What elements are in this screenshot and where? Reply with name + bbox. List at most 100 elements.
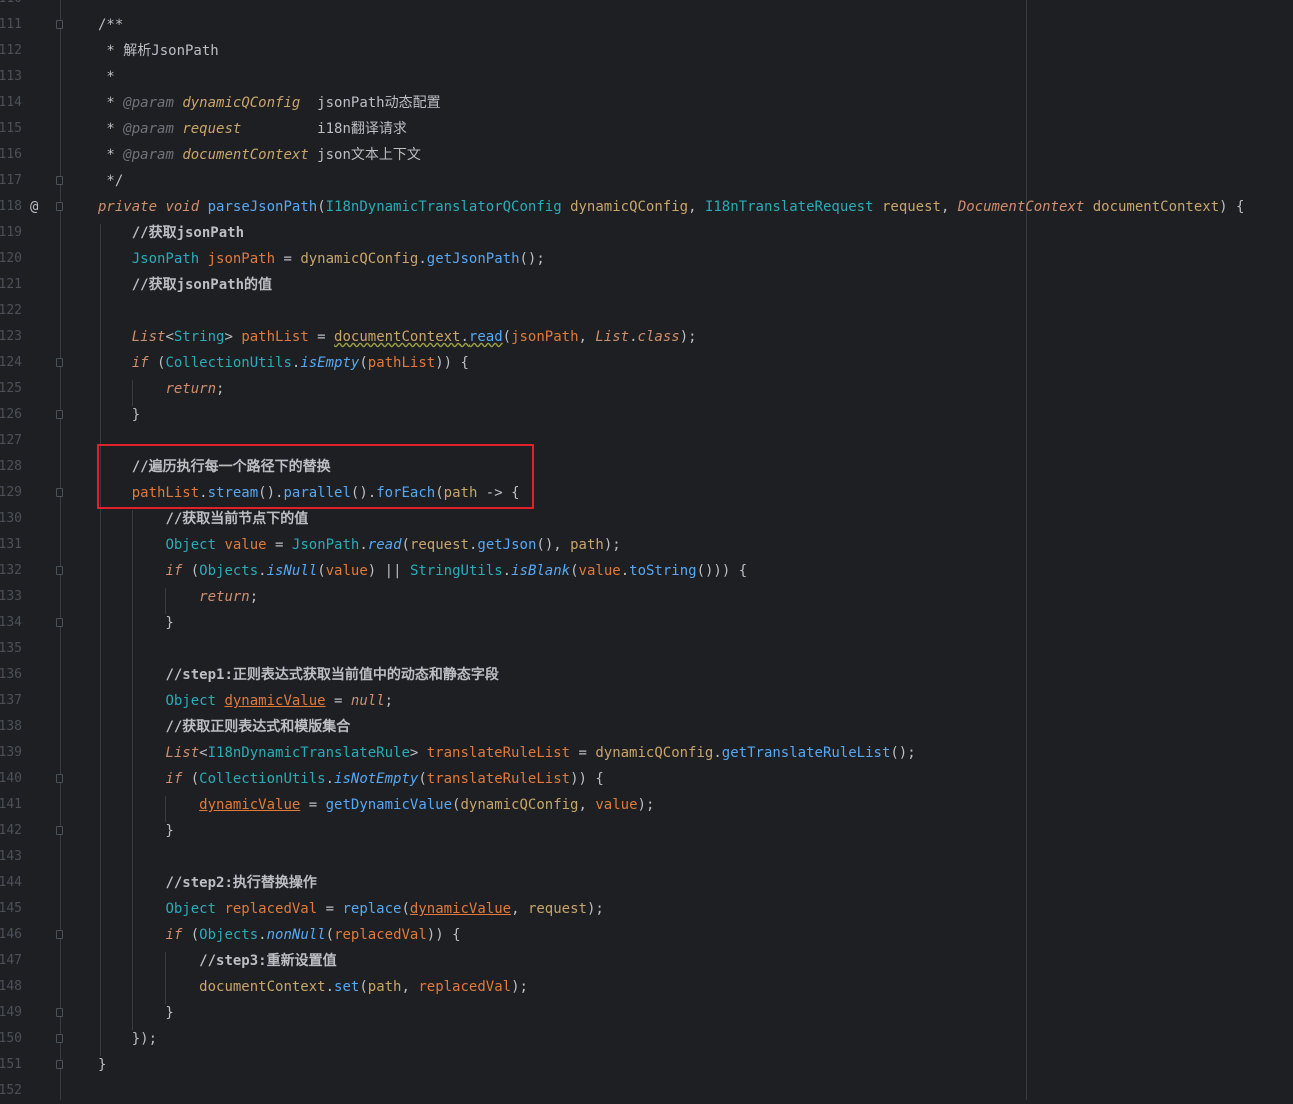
fold-toggle-icon[interactable] xyxy=(56,1034,63,1043)
code-line[interactable]: 133 return; xyxy=(0,584,1293,610)
override-marker-icon[interactable]: @ xyxy=(30,194,38,220)
code-line[interactable]: 114 * @param dynamicQConfig jsonPath动态配置 xyxy=(0,90,1293,116)
code-line[interactable]: 116 * @param documentContext json文本上下文 xyxy=(0,142,1293,168)
fold-toggle-icon[interactable] xyxy=(56,774,63,783)
code-line[interactable]: 111 /** xyxy=(0,12,1293,38)
code-line[interactable]: 120 JsonPath jsonPath = dynamicQConfig.g… xyxy=(0,246,1293,272)
fold-toggle-icon[interactable] xyxy=(56,410,63,419)
code-token: null xyxy=(350,693,385,709)
code-line[interactable]: 117 */ xyxy=(0,168,1293,194)
code-text: //获取jsonPath的值 xyxy=(98,272,272,298)
code-line[interactable]: 147 //step3:重新设置值 xyxy=(0,948,1293,974)
code-line[interactable]: 142 } xyxy=(0,818,1293,844)
fold-toggle-icon[interactable] xyxy=(56,176,63,185)
code-token: void xyxy=(165,199,200,215)
code-line[interactable]: 121 //获取jsonPath的值 xyxy=(0,272,1293,298)
fold-toggle-icon[interactable] xyxy=(56,566,63,575)
code-line[interactable]: 146 if (Objects.nonNull(replacedVal)) { xyxy=(0,922,1293,948)
code-line[interactable]: 119 //获取jsonPath xyxy=(0,220,1293,246)
code-line[interactable]: 125 return; xyxy=(0,376,1293,402)
code-token: documentContext xyxy=(1092,199,1220,215)
fold-toggle-icon[interactable] xyxy=(56,488,63,497)
fold-toggle-icon[interactable] xyxy=(56,1008,63,1017)
code-token: //获取jsonPath的值 xyxy=(131,277,273,293)
code-editor[interactable]: 110111/**112 * 解析JsonPath113 *114 * @par… xyxy=(0,0,1293,1100)
line-number: 110 xyxy=(0,0,22,12)
fold-toggle-icon[interactable] xyxy=(56,358,63,367)
code-token: json文本上下文 xyxy=(308,147,421,163)
code-token: String xyxy=(173,329,225,345)
code-token: //step2:执行替换操作 xyxy=(165,875,317,891)
code-line[interactable]: 138 //获取正则表达式和模版集合 xyxy=(0,714,1293,740)
code-token: dynamicQConfig xyxy=(595,745,714,761)
code-line[interactable]: 151} xyxy=(0,1052,1293,1078)
code-text: //step1:正则表达式获取当前值中的动态和静态字段 xyxy=(98,662,498,688)
line-number: 147 xyxy=(0,953,22,968)
code-token: Object xyxy=(165,901,217,917)
code-line[interactable]: 134 } xyxy=(0,610,1293,636)
code-token: @param xyxy=(123,147,174,163)
code-line[interactable]: 126 } xyxy=(0,402,1293,428)
code-token: (), xyxy=(536,537,571,553)
code-token: StringUtils xyxy=(409,563,503,579)
code-token: = xyxy=(308,329,335,345)
code-line[interactable]: 150 }); xyxy=(0,1026,1293,1052)
code-line[interactable]: 137 Object dynamicValue = null; xyxy=(0,688,1293,714)
fold-toggle-icon[interactable] xyxy=(56,618,63,627)
code-line[interactable]: 136 //step1:正则表达式获取当前值中的动态和静态字段 xyxy=(0,662,1293,688)
fold-toggle-icon[interactable] xyxy=(56,930,63,939)
code-token: dynamicQConfig xyxy=(182,95,301,111)
fold-toggle-icon[interactable] xyxy=(56,202,63,211)
fold-toggle-icon[interactable] xyxy=(56,826,63,835)
code-line[interactable]: 124 if (CollectionUtils.isEmpty(pathList… xyxy=(0,350,1293,376)
code-line[interactable]: 113 * xyxy=(0,64,1293,90)
code-token: List xyxy=(165,745,200,761)
fold-toggle-icon[interactable] xyxy=(56,20,63,29)
code-text: Object replacedVal = replace(dynamicValu… xyxy=(98,896,603,922)
code-token: )) { xyxy=(570,771,604,787)
code-line[interactable]: 110 xyxy=(0,0,1293,12)
code-token: List xyxy=(131,329,166,345)
code-token: = xyxy=(317,901,343,917)
code-token: ( xyxy=(502,329,512,345)
code-token: translateRuleList xyxy=(426,745,571,761)
code-line[interactable]: 149 } xyxy=(0,1000,1293,1026)
code-token: dynamicValue xyxy=(224,693,326,709)
code-line[interactable]: 131 Object value = JsonPath.read(request… xyxy=(0,532,1293,558)
code-text: } xyxy=(98,610,173,636)
code-line[interactable]: 152 xyxy=(0,1078,1293,1104)
code-line[interactable]: 122 xyxy=(0,298,1293,324)
code-token: @param xyxy=(123,95,174,111)
code-line[interactable]: 112 * 解析JsonPath xyxy=(0,38,1293,64)
line-number: 149 xyxy=(0,1005,22,1020)
indent-guide xyxy=(164,588,166,614)
code-line[interactable]: 130 //获取当前节点下的值 xyxy=(0,506,1293,532)
code-line[interactable]: 115 * @param request i18n翻译请求 xyxy=(0,116,1293,142)
code-line[interactable]: 141 dynamicValue = getDynamicValue(dynam… xyxy=(0,792,1293,818)
code-token: jsonPath xyxy=(511,329,579,345)
code-line[interactable]: 118 @ private void parseJsonPath(I18nDynam… xyxy=(0,194,1293,220)
code-token: } xyxy=(98,1057,107,1073)
code-line[interactable]: 144 //step2:执行替换操作 xyxy=(0,870,1293,896)
code-line[interactable]: 123 List<String> pathList = documentCont… xyxy=(0,324,1293,350)
code-text: /** xyxy=(98,12,123,38)
code-line[interactable]: 143 xyxy=(0,844,1293,870)
code-line[interactable]: 140 if (CollectionUtils.isNotEmpty(trans… xyxy=(0,766,1293,792)
code-line[interactable]: 135 xyxy=(0,636,1293,662)
code-line[interactable]: 148 documentContext.set(path, replacedVa… xyxy=(0,974,1293,1000)
code-line[interactable]: 139 List<I18nDynamicTranslateRule> trans… xyxy=(0,740,1293,766)
code-token: I18nTranslateRequest xyxy=(704,199,874,215)
code-token: } xyxy=(98,407,141,423)
fold-toggle-icon[interactable] xyxy=(56,1060,63,1069)
code-line[interactable]: 132 if (Objects.isNull(value) || StringU… xyxy=(0,558,1293,584)
code-token: . xyxy=(359,537,368,553)
line-number: 134 xyxy=(0,615,22,630)
line-number: 131 xyxy=(0,537,22,552)
code-line[interactable]: 145 Object replacedVal = replace(dynamic… xyxy=(0,896,1293,922)
code-token: path xyxy=(570,537,604,553)
